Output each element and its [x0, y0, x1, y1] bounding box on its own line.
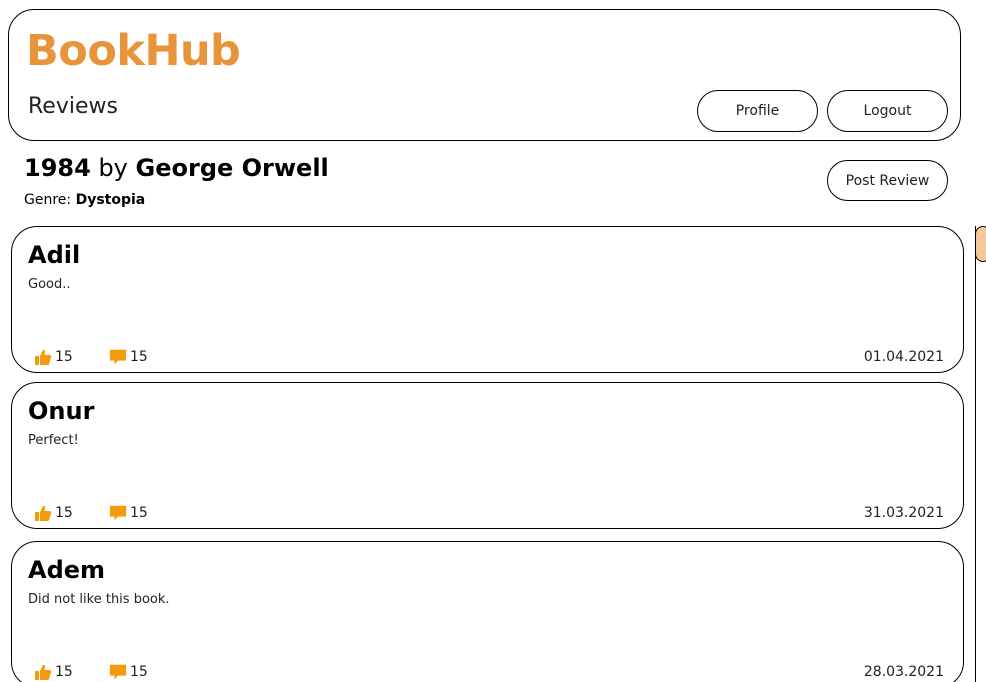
app-header: BookHub Reviews Profile Logout: [8, 9, 961, 141]
review-card: Adem Did not like this book. 15 15 28.03…: [11, 541, 964, 682]
comment-control[interactable]: 15: [109, 504, 148, 522]
comment-icon[interactable]: [109, 663, 127, 681]
like-count: 15: [55, 349, 73, 365]
review-text: Perfect!: [28, 433, 79, 448]
review-card: Adil Good.. 15 15 01.04.2021: [11, 226, 964, 373]
like-control[interactable]: 15: [34, 663, 73, 681]
profile-button[interactable]: Profile: [697, 90, 818, 132]
comment-count: 15: [130, 349, 148, 365]
scrollbar-track[interactable]: [975, 226, 986, 682]
review-card: Onur Perfect! 15 15 31.03.2021: [11, 382, 964, 529]
brand-logo[interactable]: BookHub: [26, 26, 241, 76]
review-text: Good..: [28, 277, 71, 292]
review-date: 31.03.2021: [863, 505, 944, 521]
thumbs-up-icon[interactable]: [34, 348, 52, 366]
review-date: 28.03.2021: [863, 664, 944, 680]
review-date: 01.04.2021: [863, 349, 944, 365]
thumbs-up-icon[interactable]: [34, 663, 52, 681]
comment-icon[interactable]: [109, 504, 127, 522]
scrollbar-thumb[interactable]: [975, 226, 986, 262]
comment-control[interactable]: 15: [109, 663, 148, 681]
like-count: 15: [55, 664, 73, 680]
review-author: Adem: [28, 556, 106, 584]
book-genre: Genre: Dystopia: [24, 192, 145, 208]
genre-label: Genre:: [24, 192, 72, 208]
comment-count: 15: [130, 505, 148, 521]
comment-count: 15: [130, 664, 148, 680]
book-by: by: [98, 154, 128, 182]
page-title: Reviews: [28, 94, 118, 119]
thumbs-up-icon[interactable]: [34, 504, 52, 522]
like-control[interactable]: 15: [34, 504, 73, 522]
book-heading: 1984 by George Orwell: [24, 154, 329, 182]
post-review-button[interactable]: Post Review: [827, 160, 948, 201]
review-author: Adil: [28, 241, 81, 269]
like-control[interactable]: 15: [34, 348, 73, 366]
book-author: George Orwell: [135, 154, 329, 182]
comment-control[interactable]: 15: [109, 348, 148, 366]
genre-value: Dystopia: [75, 192, 146, 208]
review-text: Did not like this book.: [28, 592, 170, 607]
like-count: 15: [55, 505, 73, 521]
book-title: 1984: [24, 154, 91, 182]
comment-icon[interactable]: [109, 348, 127, 366]
logout-button[interactable]: Logout: [827, 90, 948, 132]
review-author: Onur: [28, 397, 95, 425]
